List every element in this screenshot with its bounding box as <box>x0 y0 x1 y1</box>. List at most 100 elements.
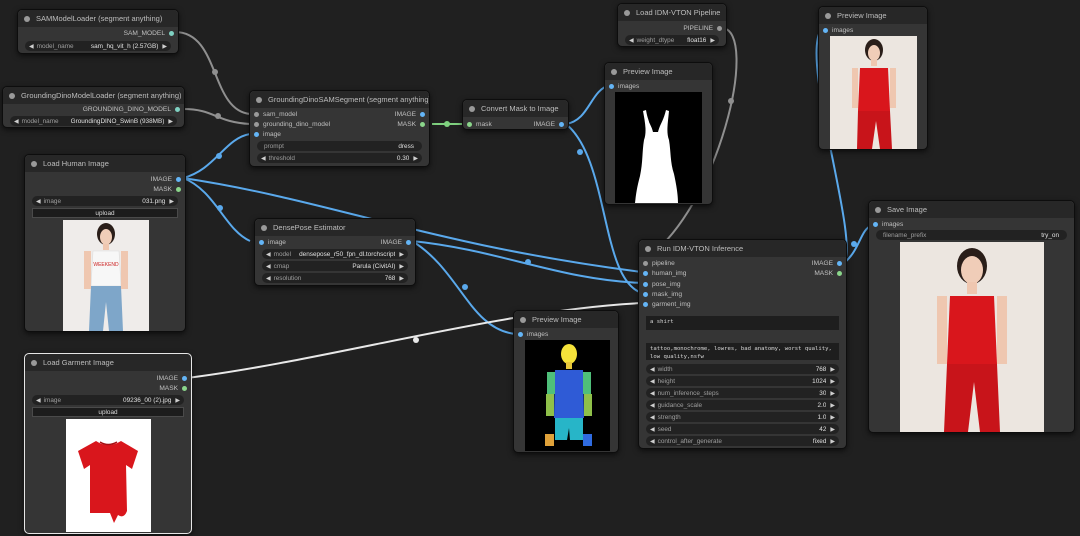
input-port-icon[interactable] <box>254 112 259 117</box>
collapse-dot-icon[interactable] <box>469 105 475 112</box>
collapse-dot-icon[interactable] <box>261 224 267 231</box>
strength-number[interactable]: ◀ strength 1.0 ▶ <box>646 412 839 422</box>
input-port-icon[interactable] <box>254 132 259 137</box>
input-port-icon[interactable] <box>873 222 878 227</box>
collapse-dot-icon[interactable] <box>31 359 37 366</box>
node-title-bar[interactable]: Run IDM-VTON Inference <box>639 240 846 257</box>
grounding-sam-segment-node[interactable]: GroundingDinoSAMSegment (segment anythin… <box>249 90 430 167</box>
output-port-icon[interactable] <box>717 26 722 31</box>
right-arrow-icon[interactable]: ▶ <box>830 414 835 421</box>
output-image[interactable]: IMAGE <box>534 120 564 129</box>
right-arrow-icon[interactable]: ▶ <box>830 390 835 397</box>
right-arrow-icon[interactable]: ▶ <box>830 426 835 433</box>
collapse-dot-icon[interactable] <box>24 15 30 22</box>
left-arrow-icon[interactable]: ◀ <box>36 397 41 404</box>
output-mask[interactable]: MASK <box>814 269 842 278</box>
node-title-bar[interactable]: SAMModelLoader (segment anything) <box>18 10 178 27</box>
right-arrow-icon[interactable]: ▶ <box>830 402 835 409</box>
upload-button[interactable]: upload <box>32 407 184 417</box>
input-port-icon[interactable] <box>823 28 828 33</box>
threshold-slider[interactable]: ◀ threshold 0.30 ▶ <box>257 153 422 163</box>
input-images[interactable]: images <box>609 82 639 91</box>
preview-image-mask-node[interactable]: Preview Image images <box>604 62 713 205</box>
left-arrow-icon[interactable]: ◀ <box>650 378 655 385</box>
right-arrow-icon[interactable]: ▶ <box>710 37 715 44</box>
input-grounding-dino-model[interactable]: grounding_dino_model <box>254 120 330 129</box>
output-image[interactable]: IMAGE <box>812 259 842 268</box>
output-port-icon[interactable] <box>837 271 842 276</box>
left-arrow-icon[interactable]: ◀ <box>266 251 271 258</box>
output-port-icon[interactable] <box>182 376 187 381</box>
collapse-dot-icon[interactable] <box>520 316 526 323</box>
output-port-icon[interactable] <box>559 122 564 127</box>
node-title-bar[interactable]: Preview Image <box>514 311 618 328</box>
input-port-icon[interactable] <box>643 282 648 287</box>
left-arrow-icon[interactable]: ◀ <box>650 414 655 421</box>
collapse-dot-icon[interactable] <box>9 92 15 99</box>
width-number[interactable]: ◀ width 768 ▶ <box>646 364 839 374</box>
output-sam-model[interactable]: SAM_MODEL <box>124 29 174 38</box>
node-title-bar[interactable]: GroundingDinoSAMSegment (segment anythin… <box>250 91 429 108</box>
collapse-dot-icon[interactable] <box>256 96 262 103</box>
output-image[interactable]: IMAGE <box>395 110 425 119</box>
input-port-icon[interactable] <box>518 332 523 337</box>
output-image[interactable]: IMAGE <box>157 374 187 383</box>
resolution-number[interactable]: ◀ resolution 768 ▶ <box>262 273 408 283</box>
left-arrow-icon[interactable]: ◀ <box>266 275 271 282</box>
left-arrow-icon[interactable]: ◀ <box>266 263 271 270</box>
load-pipeline-node[interactable]: Load IDM-VTON Pipeline PIPELINE ◀ weight… <box>617 3 727 47</box>
output-port-icon[interactable] <box>175 107 180 112</box>
run-vton-inference-node[interactable]: Run IDM-VTON Inference pipeline human_im… <box>638 239 847 449</box>
right-arrow-icon[interactable]: ▶ <box>175 397 180 404</box>
left-arrow-icon[interactable]: ◀ <box>650 426 655 433</box>
input-images[interactable]: images <box>518 330 548 339</box>
node-title-bar[interactable]: Preview Image <box>605 63 712 80</box>
right-arrow-icon[interactable]: ▶ <box>830 378 835 385</box>
input-image[interactable]: image <box>259 238 286 247</box>
input-mask-img[interactable]: mask_img <box>643 290 682 299</box>
right-arrow-icon[interactable]: ▶ <box>413 155 418 162</box>
output-image[interactable]: IMAGE <box>381 238 411 247</box>
output-image[interactable]: IMAGE <box>151 175 181 184</box>
left-arrow-icon[interactable]: ◀ <box>629 37 634 44</box>
input-human-img[interactable]: human_img <box>643 269 686 278</box>
left-arrow-icon[interactable]: ◀ <box>36 198 41 205</box>
input-port-icon[interactable] <box>643 261 648 266</box>
load-human-image-node[interactable]: Load Human Image IMAGE MASK ◀ image 031.… <box>24 154 186 332</box>
left-arrow-icon[interactable]: ◀ <box>650 390 655 397</box>
height-number[interactable]: ◀ height 1024 ▶ <box>646 376 839 386</box>
left-arrow-icon[interactable]: ◀ <box>14 118 19 125</box>
output-port-icon[interactable] <box>837 261 842 266</box>
input-mask[interactable]: mask <box>467 120 492 129</box>
prompt-field[interactable]: prompt dress <box>257 141 422 151</box>
input-image[interactable]: image <box>254 130 281 139</box>
input-port-icon[interactable] <box>259 240 264 245</box>
load-garment-image-node[interactable]: Load Garment Image IMAGE MASK ◀ image 09… <box>24 353 192 534</box>
input-port-icon[interactable] <box>643 302 648 307</box>
num-inference-steps-number[interactable]: ◀ num_inference_steps 30 ▶ <box>646 388 839 398</box>
densepose-estimator-node[interactable]: DensePose Estimator image IMAGE ◀ model … <box>254 218 416 286</box>
model-name-combo[interactable]: ◀ model_name sam_hq_vit_h (2.57GB) ▶ <box>25 41 171 51</box>
garment-description-textarea[interactable]: a shirt <box>646 316 839 330</box>
output-pipeline[interactable]: PIPELINE <box>683 24 722 33</box>
preview-image-densepose-node[interactable]: Preview Image images <box>513 310 619 453</box>
input-pose-img[interactable]: pose_img <box>643 280 681 289</box>
node-title-bar[interactable]: Load IDM-VTON Pipeline <box>618 4 726 21</box>
cmap-combo[interactable]: ◀ cmap Parula (CivitAI) ▶ <box>262 261 408 271</box>
image-file-combo[interactable]: ◀ image 031.png ▶ <box>32 196 178 206</box>
input-garment-img[interactable]: garment_img <box>643 300 690 309</box>
right-arrow-icon[interactable]: ▶ <box>168 118 173 125</box>
collapse-dot-icon[interactable] <box>31 160 37 167</box>
node-title-bar[interactable]: DensePose Estimator <box>255 219 415 236</box>
input-port-icon[interactable] <box>643 271 648 276</box>
node-title-bar[interactable]: Preview Image <box>819 7 927 24</box>
seed-number[interactable]: ◀ seed 42 ▶ <box>646 424 839 434</box>
weight-dtype-combo[interactable]: ◀ weight_dtype float16 ▶ <box>625 35 719 45</box>
output-port-icon[interactable] <box>420 122 425 127</box>
sam-model-loader-node[interactable]: SAMModelLoader (segment anything) SAM_MO… <box>17 9 179 54</box>
output-port-icon[interactable] <box>169 31 174 36</box>
image-file-combo[interactable]: ◀ image 09236_00 (2).jpg ▶ <box>32 395 184 405</box>
model-combo[interactable]: ◀ model densepose_r50_fpn_dl.torchscript… <box>262 249 408 259</box>
grounding-dino-loader-node[interactable]: GroundingDinoModelLoader (segment anythi… <box>2 86 185 128</box>
collapse-dot-icon[interactable] <box>611 68 617 75</box>
